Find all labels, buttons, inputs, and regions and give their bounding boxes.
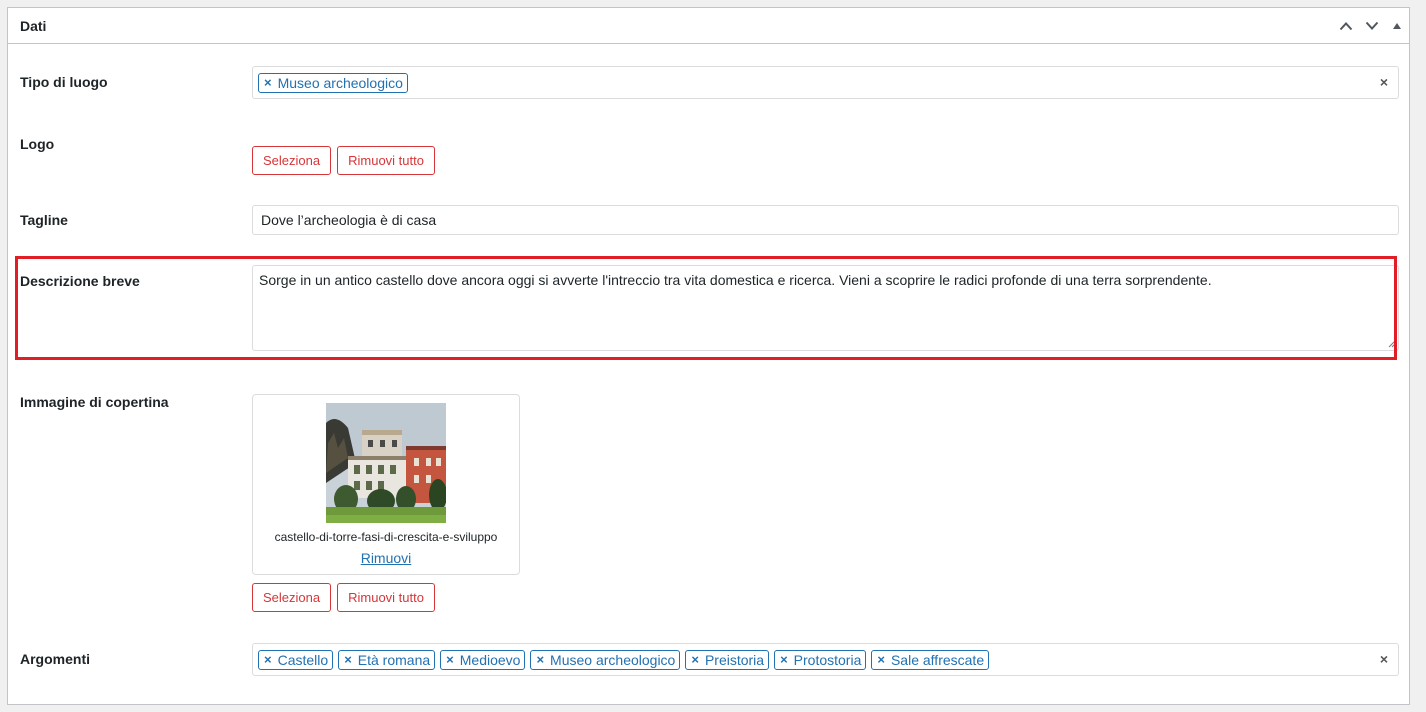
move-down-button[interactable] bbox=[1359, 8, 1385, 44]
tipo-di-luogo-label: Tipo di luogo bbox=[20, 74, 108, 90]
remove-tag-button[interactable]: × bbox=[691, 651, 699, 669]
tag-label: Preistoria bbox=[704, 651, 765, 668]
panel-controls bbox=[1333, 8, 1409, 43]
remove-tag-button[interactable]: × bbox=[264, 74, 272, 92]
chevron-down-icon bbox=[1365, 21, 1379, 30]
logo-remove-all-button[interactable]: Rimuovi tutto bbox=[337, 146, 435, 175]
tagline-label: Tagline bbox=[20, 212, 68, 228]
highlight-box bbox=[15, 256, 1397, 360]
remove-tag-button[interactable]: × bbox=[536, 651, 544, 669]
immagine-di-copertina-label: Immagine di copertina bbox=[20, 394, 169, 410]
cover-remove-all-button[interactable]: Rimuovi tutto bbox=[337, 583, 435, 612]
argomenti-select[interactable]: × Castello × Età romana × Medioevo × Museo a… bbox=[252, 643, 1399, 676]
remove-tag-button[interactable]: × bbox=[344, 651, 352, 669]
tipo-di-luogo-select[interactable]: × Museo archeologico × bbox=[252, 66, 1399, 99]
clear-selection-button[interactable]: × bbox=[1380, 74, 1388, 90]
toggle-panel-button[interactable] bbox=[1385, 8, 1409, 44]
remove-tag-button[interactable]: × bbox=[877, 651, 885, 669]
tag-chip: × Preistoria bbox=[685, 649, 770, 670]
tag-chip: × Castello bbox=[258, 649, 334, 670]
castle-photo-image bbox=[326, 403, 446, 523]
remove-tag-button[interactable]: × bbox=[780, 651, 788, 669]
tag-label: Protostoria bbox=[793, 651, 862, 668]
panel-title: Dati bbox=[20, 17, 47, 34]
tag-label: Museo archeologico bbox=[550, 651, 676, 668]
triangle-up-icon bbox=[1393, 22, 1401, 29]
tag-chip: × Protostoria bbox=[774, 649, 867, 670]
tag-label: Castello bbox=[277, 651, 329, 668]
tag-chip: × Medioevo bbox=[440, 649, 526, 670]
cover-image-card: castello-di-torre-fasi-di-crescita-e-svi… bbox=[252, 394, 520, 575]
remove-tag-button[interactable]: × bbox=[446, 651, 454, 669]
clear-selection-button[interactable]: × bbox=[1380, 651, 1388, 667]
cover-image-filename: castello-di-torre-fasi-di-crescita-e-svi… bbox=[274, 530, 498, 544]
tag-label: Sale affrescate bbox=[890, 651, 985, 668]
tag-label: Età romana bbox=[357, 651, 431, 668]
cover-image-thumbnail bbox=[326, 403, 446, 523]
panel-header: Dati bbox=[8, 8, 1409, 44]
remove-tag-button[interactable]: × bbox=[264, 651, 272, 669]
move-up-button[interactable] bbox=[1333, 8, 1359, 44]
chevron-up-icon bbox=[1339, 21, 1353, 30]
tag-chip: × Museo archeologico bbox=[258, 72, 408, 93]
tag-label: Medioevo bbox=[459, 651, 521, 668]
logo-select-button[interactable]: Seleziona bbox=[252, 146, 332, 175]
tagline-input[interactable] bbox=[252, 205, 1399, 235]
tag-chip: × Sale affrescate bbox=[871, 649, 990, 670]
tag-chip: × Età romana bbox=[338, 649, 436, 670]
tag-label: Museo archeologico bbox=[277, 74, 403, 91]
cover-image-remove-link[interactable]: Rimuovi bbox=[253, 550, 519, 566]
argomenti-label: Argomenti bbox=[20, 651, 90, 667]
logo-label: Logo bbox=[20, 136, 55, 152]
tag-chip: × Museo archeologico bbox=[530, 649, 681, 670]
cover-select-button[interactable]: Seleziona bbox=[252, 583, 332, 612]
